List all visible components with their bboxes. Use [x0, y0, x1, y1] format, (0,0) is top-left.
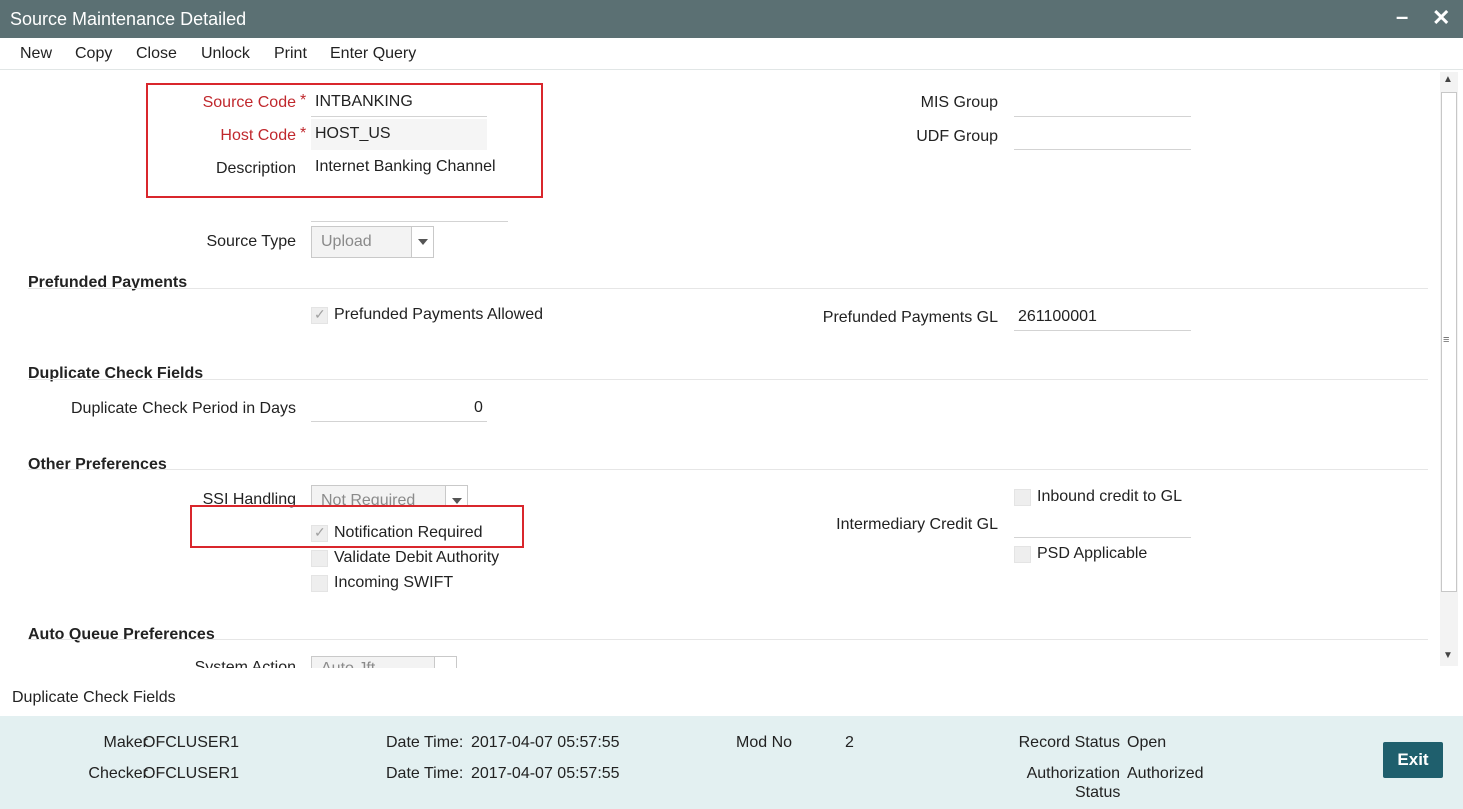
checker-label: Checker [88, 765, 148, 782]
prefunded-gl-underline [1014, 330, 1191, 331]
minimize-icon[interactable]: – [1396, 4, 1408, 30]
incoming-swift-checkbox[interactable] [311, 575, 328, 592]
status-tab-bar: Duplicate Check Fields [0, 676, 1463, 716]
enter-query-button[interactable]: Enter Query [330, 45, 416, 63]
system-action-select[interactable]: Auto Jft [311, 656, 457, 668]
duplicate-period-field[interactable]: 0 [474, 399, 483, 417]
section-divider [28, 379, 1428, 380]
source-code-underline [311, 116, 487, 117]
record-status-label: Record Status [1018, 734, 1120, 751]
audit-footer [0, 716, 1463, 809]
prefunded-allowed-checkbox[interactable] [311, 306, 328, 324]
checker-date-label: Date Time: [386, 765, 464, 782]
window-titlebar: Source Maintenance Detailed – ✕ [0, 0, 1463, 38]
source-code-label: Source Code [202, 94, 296, 111]
print-button[interactable]: Print [274, 45, 307, 63]
section-divider [28, 288, 1428, 289]
host-code-field[interactable]: HOST_US [315, 125, 391, 143]
source-type-value: Upload [321, 233, 372, 250]
duplicate-period-label: Duplicate Check Period in Days [71, 400, 296, 417]
section-duplicate-check: Duplicate Check Fields [28, 365, 204, 382]
required-mark: * [300, 125, 307, 142]
validate-debit-label: Validate Debit Authority [334, 549, 500, 566]
auth-status-value: Authorized [1127, 765, 1204, 782]
prefunded-allowed-label: Prefunded Payments Allowed [334, 306, 544, 323]
ssi-handling-select[interactable]: Not Required [311, 485, 468, 507]
section-other-preferences: Other Preferences [28, 456, 167, 473]
psd-applicable-checkbox[interactable] [1014, 546, 1031, 563]
system-action-label: System Action [194, 659, 296, 668]
scroll-up-icon[interactable]: ▲ [1443, 74, 1453, 85]
chevron-down-icon[interactable] [445, 486, 467, 506]
notification-required-label: Notification Required [334, 524, 483, 541]
source-type-select[interactable]: Upload [311, 226, 434, 258]
auth-status-label-line2: Status [1075, 784, 1121, 801]
toolbar: New Copy Close Unlock Print Enter Query [0, 38, 1463, 70]
close-button[interactable]: Close [136, 45, 177, 63]
notification-required-checkbox[interactable] [311, 524, 328, 542]
incoming-swift-label: Incoming SWIFT [334, 574, 454, 591]
description-field[interactable]: Internet Banking Channel [315, 158, 496, 176]
record-status-value: Open [1127, 734, 1167, 751]
clipped-row: System Action Auto Jft [0, 656, 1438, 668]
section-divider [28, 469, 1428, 470]
new-button[interactable]: New [20, 45, 52, 63]
maker-date-label: Date Time: [386, 734, 464, 751]
psd-applicable-label: PSD Applicable [1037, 545, 1148, 562]
unlock-button[interactable]: Unlock [201, 45, 250, 63]
prefunded-gl-label: Prefunded Payments GL [822, 309, 998, 326]
required-mark: * [300, 92, 307, 109]
system-action-value: Auto Jft [321, 660, 375, 668]
intermediary-credit-field[interactable] [1014, 537, 1191, 538]
window-title: Source Maintenance Detailed [10, 9, 247, 29]
duplicate-period-underline [311, 421, 487, 422]
checker-value: OFCLUSER1 [143, 765, 240, 782]
inbound-credit-label: Inbound credit to GL [1037, 488, 1182, 505]
chevron-down-icon[interactable] [411, 227, 433, 257]
description-underline [311, 221, 508, 222]
inbound-credit-checkbox[interactable] [1014, 489, 1031, 506]
section-divider [28, 639, 1428, 640]
host-code-label: Host Code [220, 127, 296, 144]
exit-button[interactable]: Exit [1383, 742, 1443, 778]
source-type-label: Source Type [206, 233, 296, 250]
auth-status-label: Authorization [1026, 765, 1120, 782]
mis-group-label: MIS Group [920, 94, 998, 111]
intermediary-credit-label: Intermediary Credit GL [836, 516, 998, 533]
mod-no-value: 2 [845, 734, 854, 751]
mis-group-field[interactable] [1014, 116, 1191, 117]
prefunded-gl-field[interactable]: 261100001 [1018, 308, 1097, 326]
checker-date-value: 2017-04-07 05:57:55 [471, 765, 620, 782]
section-prefunded-payments: Prefunded Payments [28, 274, 188, 291]
maker-date-value: 2017-04-07 05:57:55 [471, 734, 620, 751]
validate-debit-checkbox[interactable] [311, 550, 328, 567]
maker-label: Maker [103, 734, 148, 751]
close-icon[interactable]: ✕ [1432, 5, 1450, 31]
source-code-field[interactable]: INTBANKING [315, 93, 413, 111]
copy-button[interactable]: Copy [75, 45, 112, 63]
chevron-down-icon[interactable] [434, 657, 456, 668]
udf-group-label: UDF Group [916, 128, 998, 145]
status-tab-duplicate-check[interactable]: Duplicate Check Fields [12, 689, 176, 707]
scroll-down-icon[interactable]: ▼ [1443, 650, 1453, 661]
description-label: Description [215, 160, 296, 177]
section-auto-queue: Auto Queue Preferences [28, 626, 215, 643]
maker-value: OFCLUSER1 [143, 734, 240, 751]
udf-group-field[interactable] [1014, 149, 1191, 150]
mod-no-label: Mod No [736, 734, 793, 751]
scroll-grip-icon: ≡ [1443, 334, 1450, 346]
